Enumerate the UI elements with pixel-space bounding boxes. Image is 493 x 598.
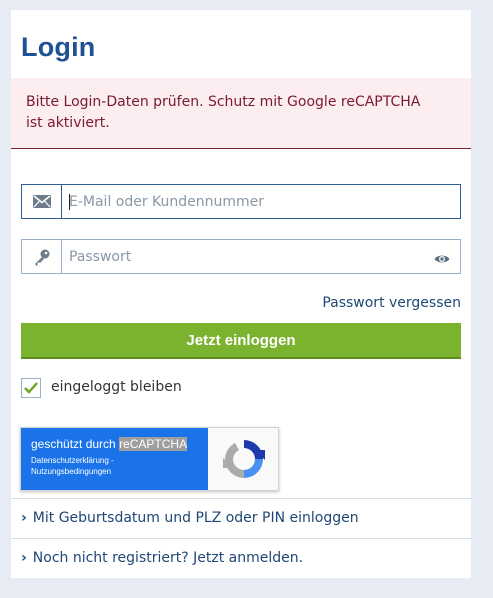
recaptcha-links-text[interactable]: Datenschutzerklärung - Nutzungsbedingung… bbox=[31, 456, 114, 476]
recaptcha-badge: geschützt durch reCAPTCHA Datenschutzerk… bbox=[20, 427, 279, 491]
checkmark-icon bbox=[24, 382, 38, 394]
remember-checkbox[interactable] bbox=[21, 378, 41, 398]
eye-icon[interactable] bbox=[434, 250, 450, 269]
login-button[interactable]: Jetzt einloggen bbox=[21, 323, 461, 359]
recaptcha-info-panel: geschützt durch reCAPTCHA Datenschutzerk… bbox=[21, 428, 208, 490]
recaptcha-protected-text: geschützt durch reCAPTCHA bbox=[31, 437, 188, 451]
alt-login-link[interactable]: › Mit Geburtsdatum und PLZ oder PIN einl… bbox=[21, 510, 359, 526]
register-label[interactable]: Noch nicht registriert? Jetzt anmelden. bbox=[33, 550, 303, 566]
envelope-icon bbox=[22, 185, 62, 218]
recaptcha-brand: reCAPTCHA bbox=[119, 437, 188, 451]
email-field[interactable] bbox=[21, 184, 461, 219]
email-input[interactable] bbox=[69, 185, 429, 218]
page-title: Login bbox=[21, 32, 96, 62]
forgot-password-link[interactable]: Passwort vergessen bbox=[322, 295, 461, 311]
alert-banner: Bitte Login-Daten prüfen. Schutz mit Goo… bbox=[11, 78, 471, 149]
alert-message: Bitte Login-Daten prüfen. Schutz mit Goo… bbox=[26, 94, 421, 131]
divider bbox=[11, 498, 471, 499]
recaptcha-prefix: geschützt durch bbox=[31, 437, 120, 451]
password-input[interactable] bbox=[69, 240, 429, 273]
chevron-right-icon: › bbox=[21, 550, 27, 566]
password-field[interactable] bbox=[21, 239, 461, 274]
chevron-right-icon: › bbox=[21, 510, 27, 526]
alt-login-label[interactable]: Mit Geburtsdatum und PLZ oder PIN einlog… bbox=[33, 510, 359, 526]
key-icon bbox=[22, 240, 62, 273]
recaptcha-legal-links[interactable]: Datenschutzerklärung - Nutzungsbedingung… bbox=[31, 455, 114, 477]
login-card: Login Bitte Login-Daten prüfen. Schutz m… bbox=[11, 10, 471, 578]
remember-label[interactable]: eingeloggt bleiben bbox=[51, 379, 182, 395]
register-link[interactable]: › Noch nicht registriert? Jetzt anmelden… bbox=[21, 550, 303, 566]
recaptcha-logo-icon bbox=[223, 440, 265, 478]
divider bbox=[11, 538, 471, 539]
text-caret bbox=[69, 194, 70, 210]
